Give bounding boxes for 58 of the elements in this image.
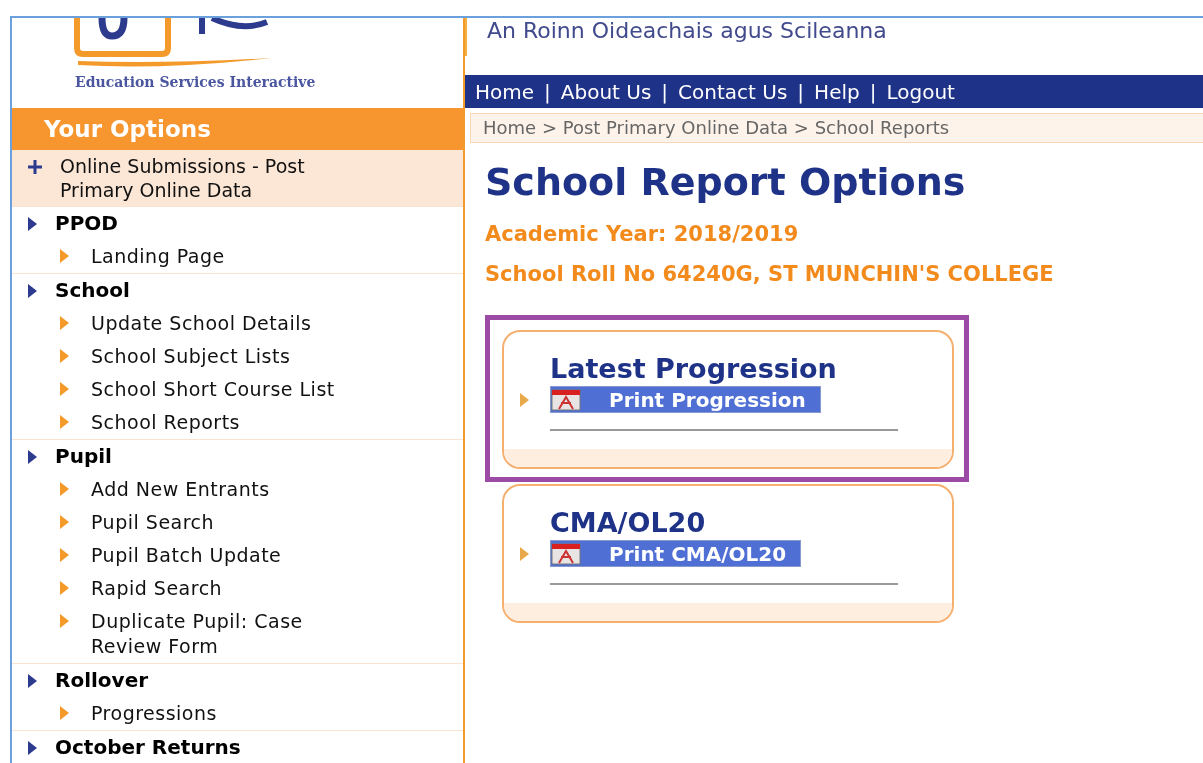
triangle-icon — [28, 217, 37, 231]
print-link[interactable]: Print Progression — [550, 386, 821, 413]
nav-separator: | — [661, 79, 669, 104]
nav-link[interactable]: Logout — [886, 79, 955, 104]
sidebar-group[interactable]: PPOD — [55, 211, 118, 236]
sidebar-item[interactable]: Rapid Search — [91, 576, 371, 601]
plus-icon — [28, 160, 42, 174]
triangle-icon — [60, 316, 69, 330]
sidebar-link[interactable]: Online Submissions - Post Primary Online Data — [60, 154, 380, 202]
nav-separator: | — [797, 79, 805, 104]
sidebar-item[interactable]: Add New Entrants — [91, 477, 371, 502]
triangle-icon — [60, 614, 69, 628]
pdf-icon — [551, 542, 581, 565]
print-link[interactable]: Print CMA/OL20 — [550, 540, 802, 567]
card-title: Latest Progression — [549, 352, 838, 386]
triangle-icon — [60, 548, 69, 562]
triangle-icon — [60, 382, 69, 396]
sidebar-group[interactable]: Rollover — [55, 668, 149, 693]
triangle-icon — [60, 515, 69, 529]
logo-tagline: Education Services Interactive — [75, 74, 316, 90]
pdf-icon — [551, 388, 581, 411]
triangle-icon — [60, 415, 69, 429]
triangle-icon — [28, 450, 37, 464]
triangle-icon — [60, 249, 69, 263]
triangle-icon — [60, 706, 69, 720]
sidebar-heading: Your Options — [12, 108, 463, 150]
sidebar-item[interactable]: Pupil Search — [91, 510, 371, 535]
nav-link[interactable]: Help — [814, 79, 860, 104]
sidebar-item[interactable]: School Reports — [91, 410, 371, 435]
page-title: School Report Options — [485, 159, 967, 206]
sidebar-item[interactable]: Update School Details — [91, 311, 371, 336]
department-name: An Roinn Oideachais agus Scileanna — [465, 18, 1203, 56]
school-name: School Roll No 64240G, ST MUNCHIN'S COLLEGE — [485, 261, 1055, 287]
nav-link[interactable]: Contact Us — [678, 79, 788, 104]
triangle-icon — [60, 482, 69, 496]
triangle-icon — [520, 392, 529, 407]
sidebar-group[interactable]: School — [55, 278, 130, 303]
sidebar-group[interactable]: Pupil — [55, 444, 112, 469]
triangle-icon — [60, 349, 69, 363]
card-title: CMA/OL20 — [549, 506, 707, 540]
triangle-icon — [28, 674, 37, 688]
sidebar-group[interactable]: October Returns — [55, 735, 241, 760]
sidebar-item[interactable]: Landing Page — [91, 244, 371, 269]
triangle-icon — [28, 284, 37, 298]
sidebar-item[interactable]: School Short Course List — [91, 377, 371, 402]
triangle-icon — [28, 741, 37, 755]
triangle-icon — [60, 581, 69, 595]
nav-link[interactable]: About Us — [560, 79, 652, 104]
nav-separator: | — [544, 79, 551, 104]
sidebar-item[interactable]: Pupil Batch Update — [91, 543, 371, 568]
sidebar-item[interactable]: Duplicate Pupil: Case Review Form — [91, 609, 371, 659]
nav-separator: | — [869, 79, 877, 104]
sidebar-item[interactable]: School Subject Lists — [91, 344, 371, 369]
sidebar-item[interactable]: Progressions — [91, 701, 371, 726]
academic-year: Academic Year: 2018/2019 — [485, 221, 800, 247]
nav-link[interactable]: Home — [475, 79, 535, 104]
breadcrumb: Home > Post Primary Online Data > School Reports — [470, 113, 1203, 143]
triangle-icon — [520, 546, 529, 561]
